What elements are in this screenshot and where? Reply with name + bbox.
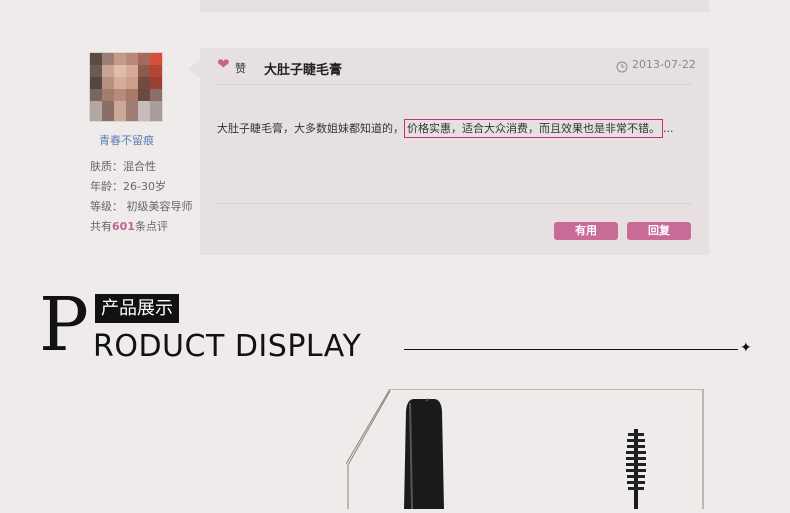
review-title: 大肚子睫毛膏 [264, 63, 343, 78]
review-text: 大肚子睫毛膏，大多数姐妹都知道的， 价格实惠，适合大众消费，而且效果也是非常不错。… [217, 119, 674, 138]
speech-pointer [188, 60, 200, 78]
review-date: 2013-07-22 [632, 58, 696, 71]
ornament-icon: ✦ [740, 340, 752, 356]
count-number: 601 [112, 220, 135, 233]
review-panel: ❤ 赞 大肚子睫毛膏 2013-07-22 大肚子睫毛膏，大多数姐妹都知道的，价… [188, 48, 709, 255]
user-skin-type: 肤质：混合性 [90, 160, 156, 173]
section-label-cn: 产品展示 [95, 294, 179, 323]
useful-button[interactable]: 有用 [554, 222, 618, 240]
avatar[interactable] [89, 52, 163, 122]
review-text-ellipsis: ... [663, 122, 674, 135]
review-text-start: 大肚子睫毛膏，大多数姐妹都知道的， [217, 122, 404, 135]
section-big-letter: P [39, 282, 89, 368]
username-link[interactable]: 青春不留痕 [99, 132, 154, 148]
section-heading-en: RODUCT DISPLAY [93, 329, 362, 364]
like-label[interactable]: 赞 [235, 60, 246, 76]
divider [217, 84, 691, 85]
heart-icon[interactable]: ❤ [217, 57, 230, 72]
product-image [345, 388, 706, 510]
user-age: 年龄：26-30岁 [90, 180, 166, 193]
count-prefix: 共有 [90, 220, 112, 233]
divider [217, 203, 691, 204]
count-suffix: 条点评 [134, 220, 168, 233]
review-text-highlight: 价格实惠，适合大众消费，而且效果也是非常不错。 [404, 119, 663, 138]
user-level: 等级： 初级美容导师 [90, 200, 193, 213]
previous-review-panel [200, 0, 709, 12]
user-review-count: 共有601条点评 [90, 218, 168, 234]
clock-icon [616, 58, 628, 77]
heading-rule [404, 349, 738, 350]
reply-button[interactable]: 回复 [627, 222, 691, 240]
